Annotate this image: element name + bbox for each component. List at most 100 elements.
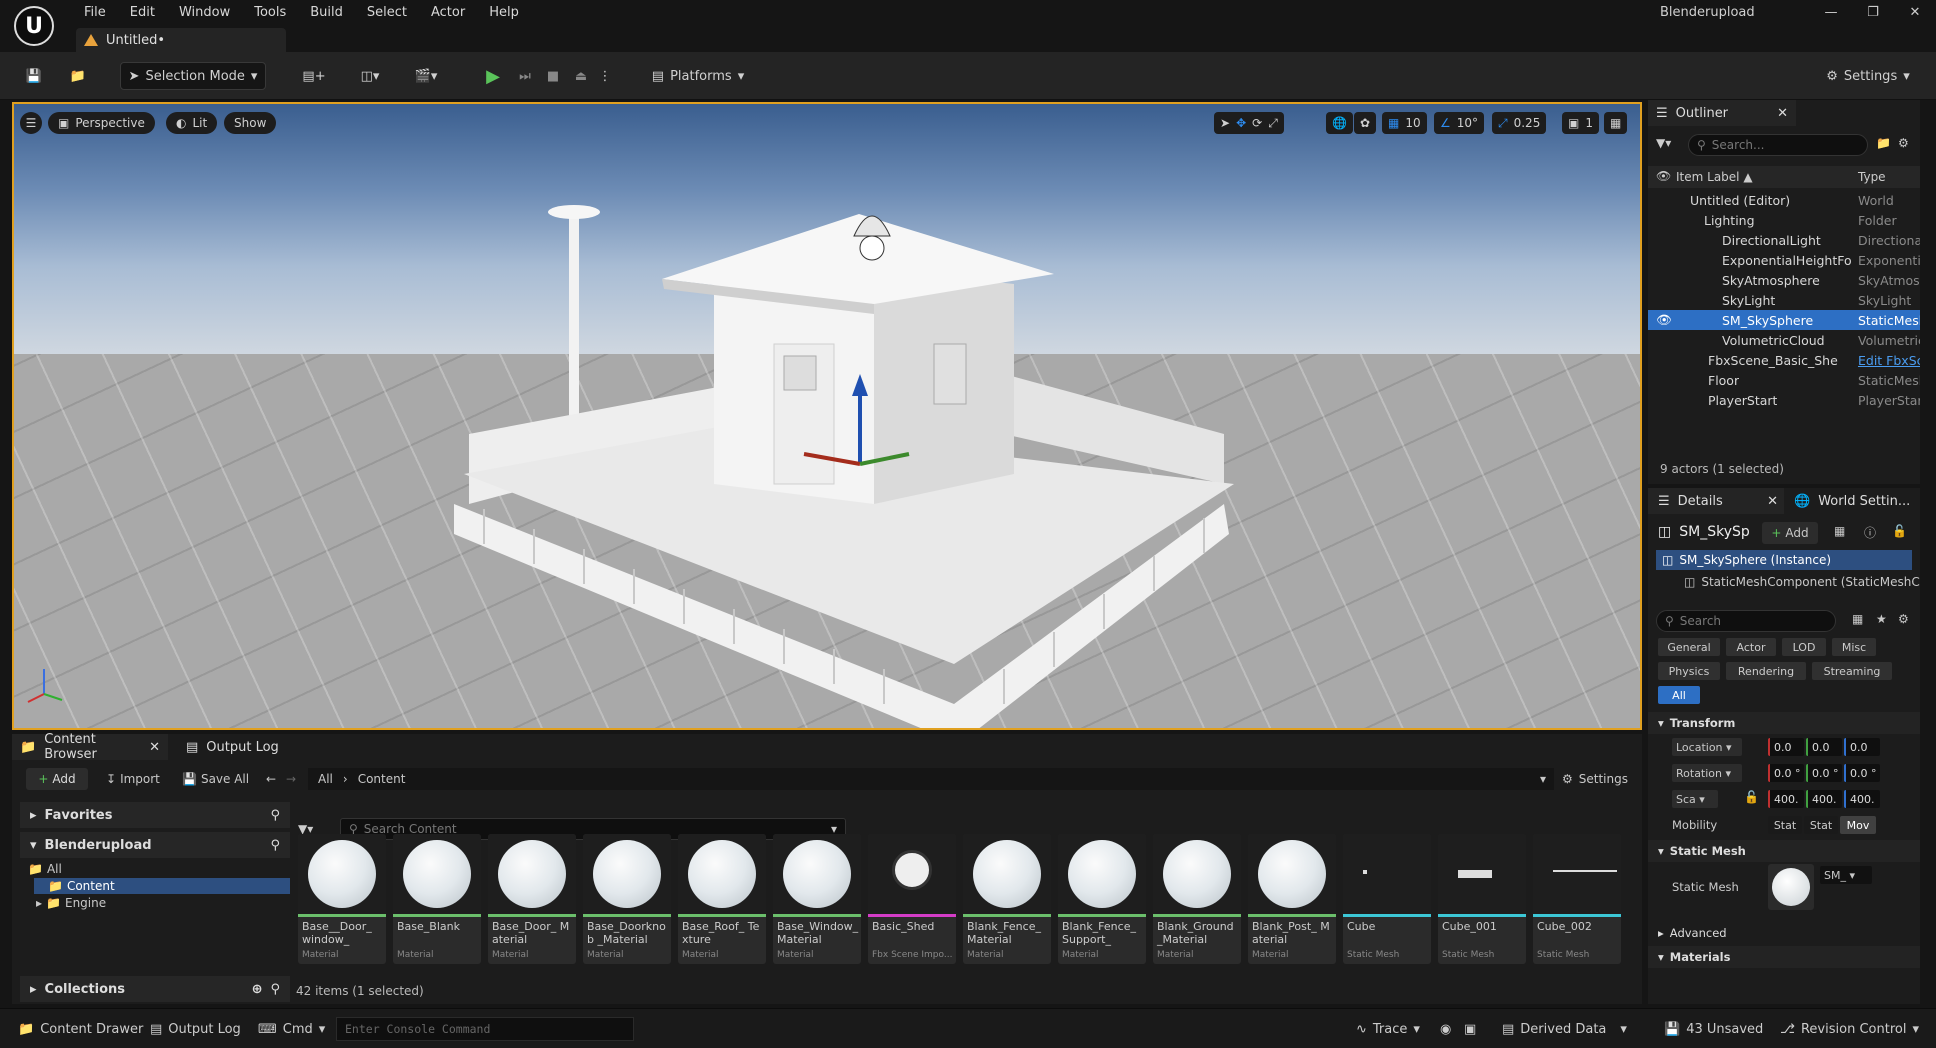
search-icon[interactable]: ⚲ [270,982,280,997]
more-icon[interactable]: ⋮ [596,62,614,90]
menu-tools[interactable]: Tools [242,4,298,22]
record-icon[interactable]: ◉ [1440,1017,1451,1041]
rotation-dropdown[interactable]: Rotation ▾ [1672,764,1742,782]
menu-help[interactable]: Help [477,4,531,22]
viewport-menu-icon[interactable]: ☰ [20,112,42,134]
filter-misc[interactable]: Misc [1832,638,1876,656]
show-button[interactable]: Show [224,112,277,134]
mobility-stationary[interactable]: Stat [1804,816,1838,834]
filter-rendering[interactable]: Rendering [1726,662,1806,680]
table-view-icon[interactable]: ▦ [1852,612,1863,626]
screenshot-icon[interactable]: ▣ [1464,1017,1476,1041]
scale-dropdown[interactable]: Sca ▾ [1672,790,1718,808]
trace-dropdown[interactable]: ∿ Trace ▾ [1356,1017,1420,1041]
asset-tile[interactable]: Blank_Fence_ Material Material [963,834,1051,964]
close-icon[interactable]: ✕ [149,740,160,755]
layout-icon[interactable]: ▦ [1604,112,1628,134]
rotation-y[interactable]: 0.0 ° [1806,764,1842,782]
outliner-tab[interactable]: ☰ Outliner ✕ [1648,100,1796,126]
outliner-row[interactable]: Floor StaticMesh [1648,370,1920,390]
visibility-icon[interactable]: 👁 [1656,312,1672,328]
lock-icon[interactable]: 🔓 [1744,790,1759,804]
outliner-row-selected[interactable]: 👁 SM_SkySphere StaticMesh [1648,310,1920,330]
scale-z[interactable]: 400. [1844,790,1880,808]
world-settings-tab[interactable]: 🌐 World Settin... [1784,488,1920,514]
filter-all[interactable]: All [1658,686,1700,704]
gear-icon[interactable]: ⚙ [1898,612,1909,626]
outliner-row[interactable]: ExponentialHeightFo Exponentia [1648,250,1920,270]
menu-window[interactable]: Window [167,4,242,22]
tree-content[interactable]: 📁 Content [34,878,290,894]
collections-section[interactable]: ▸ Collections ⊕ ⚲ [20,976,290,1002]
static-mesh-picker[interactable]: SM_ ▾ [1820,866,1872,884]
menu-edit[interactable]: Edit [118,4,167,22]
asset-tile[interactable]: Blank_Ground _Material Material [1153,834,1241,964]
search-icon[interactable]: ⚲ [270,808,280,823]
step-icon[interactable]: ⏭ [512,62,538,90]
asset-tile[interactable]: Cube Static Mesh [1343,834,1431,964]
eject-icon[interactable]: ⏏ [568,62,594,90]
grid-snap-toggle[interactable]: ▦ 10 [1382,112,1427,134]
scale-y[interactable]: 400. [1806,790,1842,808]
favorites-section[interactable]: ▸ Favorites ⚲ [20,802,290,828]
filter-streaming[interactable]: Streaming [1812,662,1892,680]
level-viewport[interactable]: ☰ ▣ Perspective ◐ Lit Show ➤ ✥ ⟳ ⤢ 🌐 ✿ ▦… [12,102,1642,730]
outliner-row[interactable]: VolumetricCloud Volumetric [1648,330,1920,350]
asset-tile[interactable]: Blank_Post_ Material Material [1248,834,1336,964]
save-icon[interactable]: 💾 [20,62,48,90]
col-item-label[interactable]: Item Label ▲ [1676,170,1753,184]
blueprint-icon[interactable]: ◫▾ [350,62,390,90]
asset-tile[interactable]: Blank_Fence_ Support_ Material [1058,834,1146,964]
mobility-movable[interactable]: Mov [1840,816,1876,834]
platforms-dropdown[interactable]: ▤ Platforms ▾ [648,62,748,90]
asset-tile[interactable]: Base__Door_ window_ Material [298,834,386,964]
asset-tile[interactable]: Base_Door_ Material Material [488,834,576,964]
perspective-button[interactable]: ▣ Perspective [48,112,155,134]
world-local-icon[interactable]: 🌐 [1326,112,1353,134]
play-icon[interactable]: ▶ [480,62,506,90]
asset-tile[interactable]: Basic_Shed Fbx Scene Impo... [868,834,956,964]
asset-tile[interactable]: Base_Doorknob _Material Material [583,834,671,964]
close-icon[interactable]: ✕ [1777,106,1788,121]
add-component-button[interactable]: + Add [1762,522,1818,544]
menu-select[interactable]: Select [355,4,419,22]
surface-snap-icon[interactable]: ✿ [1354,112,1377,134]
scale-tool-icon[interactable]: ⤢ [1268,116,1278,131]
back-icon[interactable]: ← [266,772,276,786]
cb-settings-button[interactable]: ⚙ Settings [1562,772,1628,786]
add-folder-icon[interactable]: 📁 [1876,136,1891,150]
import-button[interactable]: ↧ Import [106,772,160,786]
output-log-button[interactable]: ▤ Output Log [150,1017,241,1041]
star-icon[interactable]: ★ [1876,612,1887,626]
menu-file[interactable]: File [72,4,118,22]
mobility-static[interactable]: Stat [1768,816,1802,834]
add-button[interactable]: + Add [26,768,88,790]
console-input[interactable]: Enter Console Command [336,1017,634,1041]
unsaved-button[interactable]: 💾 43 Unsaved [1664,1017,1763,1041]
browse-icon[interactable]: 📁 [64,62,92,90]
details-tab[interactable]: ☰ Details ✕ [1648,488,1784,514]
content-browser-tab[interactable]: 📁 Content Browser ✕ [12,732,168,762]
add-collection-icon[interactable]: ⊕ [252,982,263,997]
forward-icon[interactable]: → [286,772,296,786]
row-type-link[interactable]: Edit FbxSc [1858,353,1920,368]
revision-control-button[interactable]: ⎇ Revision Control ▾ [1780,1017,1919,1041]
outliner-row[interactable]: SkyAtmosphere SkyAtmosp [1648,270,1920,290]
filter-general[interactable]: General [1658,638,1720,656]
menu-build[interactable]: Build [298,4,355,22]
level-tab[interactable]: Untitled• [76,28,286,52]
filter-icon[interactable]: ▼▾ [1656,136,1671,150]
minimize-icon[interactable]: — [1810,0,1852,24]
search-icon[interactable]: ⚲ [270,838,280,853]
gear-icon[interactable]: ⚙ [1898,136,1909,150]
tree-all[interactable]: 📁 All [28,862,62,876]
save-all-button[interactable]: 💾 Save All [182,772,249,786]
help-icon[interactable]: ⓘ [1864,524,1876,541]
materials-section[interactable]: ▾ Materials [1648,946,1920,968]
cinematics-icon[interactable]: 🎬▾ [406,62,446,90]
camera-speed-button[interactable]: ▣ 1 [1562,112,1599,134]
rotation-snap-toggle[interactable]: ∠ 10° [1434,112,1485,134]
asset-tile[interactable]: Base_Window_ Material Material [773,834,861,964]
project-section[interactable]: ▾ Blenderupload ⚲ [20,832,290,858]
outliner-search-input[interactable]: ⚲ Search... [1688,134,1868,156]
